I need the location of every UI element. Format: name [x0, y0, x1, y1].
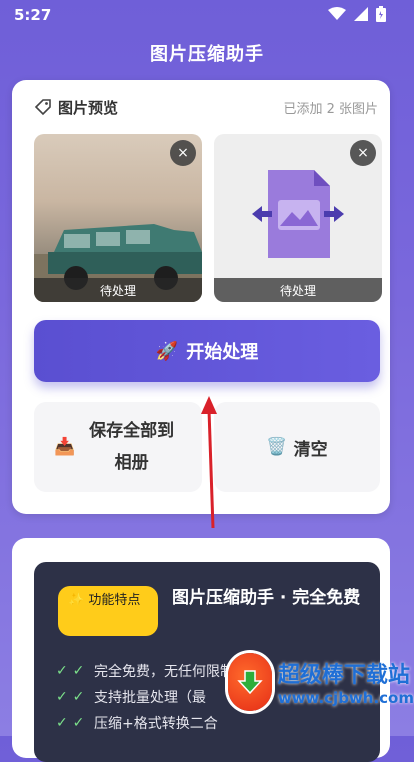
promo-card: ✨ 功能特点 图片压缩助手 · 完全免费 ✓ ✓ 完全免费，无任何限制 ✓ ✓ …	[12, 538, 390, 762]
check-icon: ✓ ✓	[56, 689, 85, 705]
watermark-text: 超级棒下载站 www.cjbwh.com	[278, 657, 414, 707]
app-title: 图片压缩助手	[150, 44, 264, 65]
preview-header: 图片预览 已添加 2 张图片	[34, 94, 378, 120]
image-thumbnail-2[interactable]: × 待处理	[214, 134, 382, 302]
inbox-tray-icon: 📥	[54, 437, 76, 457]
preview-title-group: 图片预览	[34, 97, 118, 118]
image-file-icon	[252, 170, 344, 258]
sparkle-icon: ✨	[68, 593, 85, 608]
start-processing-label: 开始处理	[186, 342, 259, 363]
image-thumbnail-1[interactable]: × 待处理	[34, 134, 202, 302]
save-all-label: 保存全部到相册	[89, 421, 175, 473]
promo-title: 图片压缩助手 · 完全免费	[172, 588, 361, 608]
feature-text: 压缩+格式转换二合	[94, 716, 218, 732]
battery-icon	[376, 6, 386, 22]
check-icon: ✓ ✓	[56, 663, 85, 679]
feature-badge-label: 功能特点	[88, 593, 141, 608]
clear-label: 清空	[293, 439, 328, 460]
feature-text: 完全免费，无任何限制	[94, 664, 234, 680]
remove-image-button[interactable]: ×	[170, 140, 196, 166]
clear-button[interactable]: 🗑️ 清空	[214, 402, 380, 492]
app-bar: 图片压缩助手	[0, 30, 414, 76]
watermark-name: 超级棒下载站	[277, 663, 410, 688]
feature-badge: ✨ 功能特点	[58, 586, 158, 636]
watermark-url: www.cjbwh.com	[277, 689, 414, 707]
list-item: ✓ ✓ 压缩+格式转换二合	[56, 710, 356, 736]
site-watermark: 超级棒下载站 www.cjbwh.com	[228, 652, 414, 712]
remove-image-button[interactable]: ×	[350, 140, 376, 166]
rocket-icon: 🚀	[155, 340, 179, 362]
watermark-logo	[228, 653, 272, 711]
trash-icon: 🗑️	[266, 437, 288, 457]
wifi-icon	[328, 7, 346, 20]
status-icons	[328, 6, 386, 22]
signal-icon	[354, 7, 368, 21]
preview-title: 图片预览	[58, 98, 119, 117]
annotation-arrow	[201, 396, 217, 529]
status-time: 5:27	[14, 6, 52, 24]
thumbnail-status: 待处理	[34, 278, 202, 302]
feature-text: 支持批量处理（最	[94, 690, 206, 706]
check-icon: ✓ ✓	[56, 715, 85, 731]
thumbnail-status: 待处理	[214, 278, 382, 302]
start-processing-button[interactable]: 🚀 开始处理	[34, 320, 380, 382]
save-all-to-album-button[interactable]: 📥 保存全部到相册	[34, 402, 202, 492]
status-bar: 5:27	[0, 0, 414, 30]
download-arrow-icon	[237, 670, 263, 695]
image-count: 已添加 2 张图片	[283, 101, 378, 117]
tag-icon	[34, 99, 51, 116]
